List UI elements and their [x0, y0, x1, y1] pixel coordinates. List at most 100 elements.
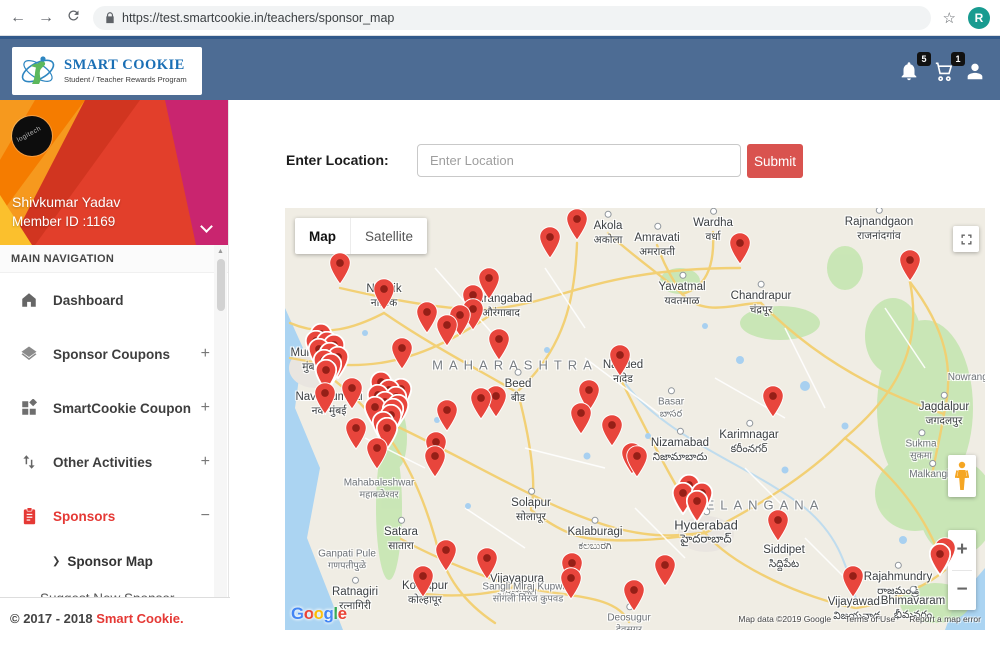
map-marker-pin[interactable]	[601, 414, 623, 447]
map-marker-pin[interactable]	[416, 301, 438, 334]
member-id: Member ID :1169	[12, 214, 115, 229]
map-marker-pin[interactable]	[842, 565, 864, 598]
map-marker-pin[interactable]	[566, 208, 588, 241]
map-marker-pin[interactable]	[436, 314, 458, 347]
map-marker-pin[interactable]	[539, 226, 561, 259]
map-city-label: Rajnandgaonराजनांदगांव	[845, 216, 913, 242]
sidebar-item-dashboard[interactable]: Dashboard	[0, 273, 228, 327]
map-city-label: Yavatmalयवतमाळ	[658, 281, 705, 307]
map-marker-pin[interactable]	[626, 445, 648, 478]
sidebar-subitem-sponsor-map[interactable]: ❯ Sponsor Map	[0, 543, 228, 580]
map-marker-pin[interactable]	[436, 399, 458, 432]
map-city-label: Sukmaसुकमा	[905, 438, 936, 461]
map-marker-pin[interactable]	[929, 543, 951, 576]
map-marker-pin[interactable]	[470, 387, 492, 420]
map-canvas[interactable]: Map Satellite + − Google Map data ©2019 …	[285, 208, 985, 630]
user-menu-button[interactable]	[964, 59, 990, 85]
sidebar-item-sponsor-coupons[interactable]: Sponsor Coupons +	[0, 327, 228, 381]
map-marker-pin[interactable]	[435, 539, 457, 572]
google-logo-letter: G	[291, 604, 304, 623]
avatar-text: logitech	[16, 125, 43, 144]
footer: © 2017 - 2018 Smart Cookie.	[0, 597, 230, 648]
pegman-button[interactable]	[948, 455, 976, 497]
browser-reload-icon[interactable]	[66, 8, 81, 27]
grid-icon	[18, 399, 40, 417]
swap-arrows-icon	[18, 453, 40, 471]
map-marker-pin[interactable]	[762, 385, 784, 418]
map-marker-pin[interactable]	[424, 445, 446, 478]
expand-plus-icon[interactable]: +	[201, 399, 210, 417]
map-city-label: Karimnagarకరీంనగర్	[719, 429, 778, 455]
sidebar-item-label: Dashboard	[53, 293, 124, 308]
app-header: SMART COOKIE Student / Teacher Rewards P…	[0, 36, 1000, 100]
sidebar-item-other-activities[interactable]: Other Activities +	[0, 435, 228, 489]
user-avatar[interactable]: logitech	[12, 116, 52, 156]
url-text: https://test.smartcookie.in/teachers/spo…	[122, 11, 394, 25]
zoom-out-button[interactable]: −	[948, 571, 976, 611]
logo-subtitle: Student / Teacher Rewards Program	[64, 75, 187, 84]
expand-plus-icon[interactable]: +	[201, 345, 210, 363]
scrollbar-up-arrow-icon[interactable]: ▲	[214, 245, 227, 255]
url-bar[interactable]: https://test.smartcookie.in/teachers/spo…	[93, 6, 931, 30]
google-logo-letter: o	[304, 604, 314, 623]
attribution-map-data: Map data ©2019 Google	[738, 614, 831, 624]
expand-plus-icon[interactable]: +	[201, 453, 210, 471]
map-marker-pin[interactable]	[412, 565, 434, 598]
map-city-label: Mahabaleshwarमहाबळेश्वर	[344, 477, 415, 500]
fullscreen-button[interactable]	[953, 226, 979, 252]
map-city-label: Nowrangpur	[948, 372, 985, 384]
pegman-icon	[955, 461, 969, 491]
map-marker-pin[interactable]	[391, 337, 413, 370]
browser-forward-icon[interactable]: →	[38, 10, 54, 26]
sidebar-scrollbar[interactable]: ▲	[214, 245, 227, 648]
cart-badge: 1	[951, 52, 965, 66]
map-marker-pin[interactable]	[623, 579, 645, 612]
map-city-label: Deosugurदेवसुगूर	[607, 612, 650, 630]
location-label: Enter Location:	[286, 152, 389, 168]
profile-panel: logitech Shivkumar Yadav Member ID :1169	[0, 100, 229, 245]
map-marker-pin[interactable]	[609, 344, 631, 377]
map-marker-pin[interactable]	[560, 567, 582, 600]
google-logo-letter: g	[324, 604, 334, 623]
map-marker-pin[interactable]	[476, 547, 498, 580]
chevron-right-icon: ❯	[52, 556, 60, 567]
location-input[interactable]	[417, 144, 741, 177]
submit-button[interactable]: Submit	[747, 144, 803, 178]
attribution-terms-link[interactable]: Terms of Use	[845, 614, 895, 624]
map-marker-pin[interactable]	[767, 509, 789, 542]
map-city-label: Nizamabadనిజామాబాదు	[651, 437, 709, 463]
map-attribution: Map data ©2019 Google Terms of Use Repor…	[738, 614, 981, 624]
map-marker-pin[interactable]	[654, 554, 676, 587]
map-view-button[interactable]: Map	[295, 218, 350, 254]
notifications-button[interactable]: 5	[898, 59, 924, 85]
map-city-label: Rajahmundryరాజమండ్రి	[864, 571, 932, 597]
map-marker-pin[interactable]	[345, 417, 367, 450]
google-logo-letter: o	[314, 604, 324, 623]
google-logo[interactable]: Google	[291, 604, 347, 624]
app-logo[interactable]: SMART COOKIE Student / Teacher Rewards P…	[12, 47, 202, 95]
attribution-report-link[interactable]: Report a map error	[909, 614, 981, 624]
map-marker-pin[interactable]	[488, 328, 510, 361]
browser-back-icon[interactable]: ←	[10, 10, 26, 26]
map-marker-pin[interactable]	[570, 402, 592, 435]
map-marker-pin[interactable]	[899, 249, 921, 282]
sidebar-item-sponsors[interactable]: Sponsors −	[0, 489, 228, 543]
map-marker-pin[interactable]	[729, 232, 751, 265]
map-marker-pin[interactable]	[314, 382, 336, 415]
map-city-label: Jagdalpurजगदलपुर	[919, 401, 970, 427]
bookmark-star-icon[interactable]: ☆	[943, 9, 956, 27]
satellite-view-button[interactable]: Satellite	[350, 218, 427, 254]
scrollbar-thumb[interactable]	[217, 259, 225, 311]
map-marker-pin[interactable]	[329, 252, 351, 285]
collapse-minus-icon[interactable]: −	[201, 507, 210, 525]
map-marker-pin[interactable]	[686, 490, 708, 523]
browser-profile-avatar[interactable]: R	[968, 7, 990, 29]
screen: ← → https://test.smartcookie.in/teachers…	[0, 0, 1000, 648]
map-marker-pin[interactable]	[341, 377, 363, 410]
map-marker-pin[interactable]	[373, 278, 395, 311]
notification-badge: 5	[917, 52, 931, 66]
map-marker-pin[interactable]	[366, 437, 388, 470]
cart-button[interactable]: 1	[932, 59, 958, 85]
sidebar-item-smartcookie-coupon[interactable]: SmartCookie Coupon +	[0, 381, 228, 435]
layers-icon	[18, 345, 40, 363]
